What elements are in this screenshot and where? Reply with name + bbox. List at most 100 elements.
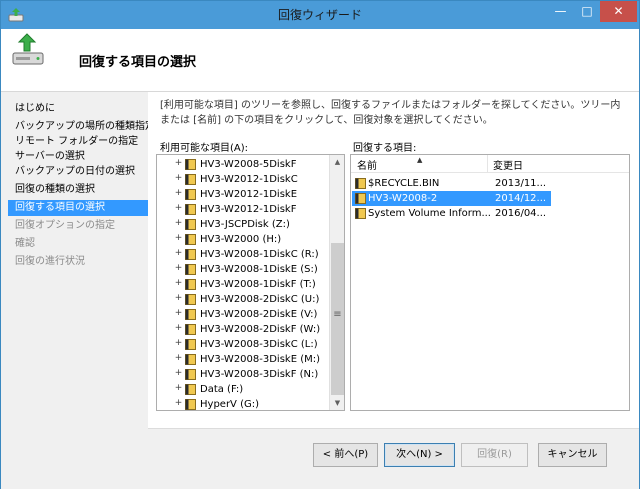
folder-icon bbox=[355, 178, 366, 189]
sort-ascending-icon: ▲ bbox=[417, 156, 423, 164]
list-item[interactable]: $RECYCLE.BIN 2013/11... bbox=[352, 176, 551, 191]
tree-item-label: HV3-W2008-1DiskF (T:) bbox=[200, 279, 316, 290]
list-item-name: HV3-W2008-2 bbox=[368, 193, 438, 204]
list-item-date: 2014/12... bbox=[495, 193, 547, 204]
expand-icon[interactable]: + bbox=[174, 309, 183, 319]
expand-icon[interactable]: + bbox=[174, 159, 183, 169]
volume-icon bbox=[185, 354, 196, 365]
volume-icon bbox=[185, 399, 196, 410]
tree-item-label: HV3-W2012-1DiskC bbox=[200, 174, 298, 185]
list-item-name: $RECYCLE.BIN bbox=[368, 178, 440, 189]
volume-icon bbox=[185, 204, 196, 215]
close-button[interactable]: ✕ bbox=[600, 1, 637, 22]
tree-item-label: HV3-W2008-3DiskE (M:) bbox=[200, 354, 321, 365]
expand-icon[interactable]: + bbox=[174, 324, 183, 334]
expand-icon[interactable]: + bbox=[174, 279, 183, 289]
volume-icon bbox=[185, 384, 196, 395]
tree-item-label: HV3-W2008-5DiskF bbox=[200, 159, 297, 170]
volume-icon bbox=[185, 339, 196, 350]
step-item-current[interactable]: 回復する項目の選択 bbox=[8, 200, 148, 216]
grip-icon: ≡ bbox=[333, 309, 342, 320]
next-button[interactable]: 次へ(N) > bbox=[384, 443, 455, 467]
list-item-date: 2013/11... bbox=[495, 178, 547, 189]
expand-icon[interactable]: + bbox=[174, 399, 183, 409]
column-header-modified[interactable]: 変更日 bbox=[493, 157, 523, 172]
expand-icon[interactable]: + bbox=[174, 294, 183, 304]
column-divider[interactable] bbox=[487, 155, 488, 173]
scroll-down-arrow-icon[interactable]: ▼ bbox=[330, 396, 344, 410]
expand-icon[interactable]: + bbox=[174, 264, 183, 274]
page-title: 回復する項目の選択 bbox=[79, 55, 197, 70]
volume-icon bbox=[185, 234, 196, 245]
expand-icon[interactable]: + bbox=[174, 219, 183, 229]
volume-icon bbox=[185, 219, 196, 230]
expand-icon[interactable]: + bbox=[174, 339, 183, 349]
volume-icon bbox=[185, 279, 196, 290]
minimize-button[interactable]: — bbox=[547, 1, 574, 22]
volume-icon bbox=[185, 309, 196, 320]
step-item: 確認 bbox=[15, 238, 35, 249]
tree-item-label: Data (F:) bbox=[200, 384, 244, 395]
instruction-text: [利用可能な項目] のツリーを参照し、回復するファイルまたはフォルダーを探してく… bbox=[160, 100, 621, 126]
volume-icon bbox=[185, 264, 196, 275]
tree-item-label: HV3-W2008-1DiskE (S:) bbox=[200, 264, 318, 275]
step-item[interactable]: バックアップの日付の選択 bbox=[15, 164, 148, 180]
column-header-name[interactable]: 名前 bbox=[357, 157, 377, 172]
list-item-name: System Volume Inform... bbox=[368, 208, 490, 219]
folder-icon bbox=[355, 208, 366, 219]
step-item[interactable]: サーバーの選択 bbox=[15, 149, 148, 165]
items-to-restore-label: 回復する項目: bbox=[353, 143, 417, 154]
scroll-up-arrow-icon[interactable]: ▲ bbox=[330, 155, 344, 169]
tree-item-label: HV3-W2008-2DiskC (U:) bbox=[200, 294, 320, 305]
tree-item-label: HV3-W2008-2DiskE (V:) bbox=[200, 309, 318, 320]
expand-icon[interactable]: + bbox=[174, 249, 183, 259]
expand-icon[interactable]: + bbox=[174, 204, 183, 214]
wizard-window: 回復ウィザード — □ ✕ 回復する項目の選択 はじめに バックアップの場所の種… bbox=[0, 0, 640, 489]
scroll-thumb[interactable]: ≡ bbox=[331, 243, 344, 395]
tree-item-label: HyperV (G:) bbox=[200, 399, 259, 410]
cancel-button[interactable]: キャンセル bbox=[538, 443, 607, 467]
step-item: 回復の進行状況 bbox=[15, 256, 85, 267]
available-items-tree[interactable]: + HV3-W2008-5DiskF + HV3-W2012-1DiskC + HV3… bbox=[156, 154, 345, 411]
volume-icon bbox=[185, 249, 196, 260]
list-item[interactable]: System Volume Inform... 2016/04... bbox=[352, 206, 551, 221]
step-item[interactable]: リモート フォルダーの指定 bbox=[15, 134, 148, 150]
tree-item-label: HV3-W2012-1DiskE bbox=[200, 189, 298, 200]
back-button[interactable]: < 前へ(P) bbox=[313, 443, 378, 467]
list-item-date: 2016/04... bbox=[495, 208, 547, 219]
wizard-header: 回復する項目の選択 bbox=[1, 29, 639, 92]
expand-icon[interactable]: + bbox=[174, 369, 183, 379]
restore-button: 回復(R) bbox=[461, 443, 528, 467]
tree-item-label: HV3-W2000 (H:) bbox=[200, 234, 282, 245]
step-item[interactable]: はじめに bbox=[15, 101, 148, 117]
expand-icon[interactable]: + bbox=[174, 384, 183, 394]
expand-icon[interactable]: + bbox=[174, 189, 183, 199]
volume-icon bbox=[185, 294, 196, 305]
folder-icon bbox=[355, 193, 366, 204]
available-items-label: 利用可能な項目(A): bbox=[160, 143, 249, 154]
backup-restore-icon bbox=[12, 33, 44, 65]
step-item: 回復オプションの指定 bbox=[15, 220, 115, 231]
step-item[interactable]: バックアップの場所の種類指定 bbox=[15, 119, 155, 135]
tree-item-label: HV3-W2008-3DiskF (N:) bbox=[200, 369, 319, 380]
window-title: 回復ウィザード bbox=[277, 8, 362, 22]
items-to-restore-list[interactable]: 名前 ▲ 変更日 $RECYCLE.BIN 2013/11... HV3-W20… bbox=[350, 154, 630, 411]
volume-icon bbox=[185, 174, 196, 185]
step-item[interactable]: 回復の種類の選択 bbox=[15, 182, 148, 198]
list-item-selected[interactable]: HV3-W2008-2 2014/12... bbox=[352, 191, 551, 206]
expand-icon[interactable]: + bbox=[174, 234, 183, 244]
list-column-header: 名前 ▲ 変更日 bbox=[351, 155, 629, 173]
volume-icon bbox=[185, 189, 196, 200]
tree-item-label: HV3-W2008-2DiskF (W:) bbox=[200, 324, 321, 335]
tree-scrollbar[interactable]: ▲ ≡ ▼ bbox=[329, 155, 344, 410]
title-bar[interactable]: 回復ウィザード — □ ✕ bbox=[1, 1, 639, 29]
tree-item-label: HV3-W2008-1DiskC (R:) bbox=[200, 249, 319, 260]
tree-item-label: HV3-JSCPDisk (Z:) bbox=[200, 219, 290, 230]
expand-icon[interactable]: + bbox=[174, 174, 183, 184]
tree-item-label: HV3-W2012-1DiskF bbox=[200, 204, 297, 215]
tree-item-label: HV3-W2008-3DiskC (L:) bbox=[200, 339, 318, 350]
volume-icon bbox=[185, 324, 196, 335]
expand-icon[interactable]: + bbox=[174, 354, 183, 364]
volume-icon bbox=[185, 159, 196, 170]
maximize-button[interactable]: □ bbox=[574, 1, 600, 22]
